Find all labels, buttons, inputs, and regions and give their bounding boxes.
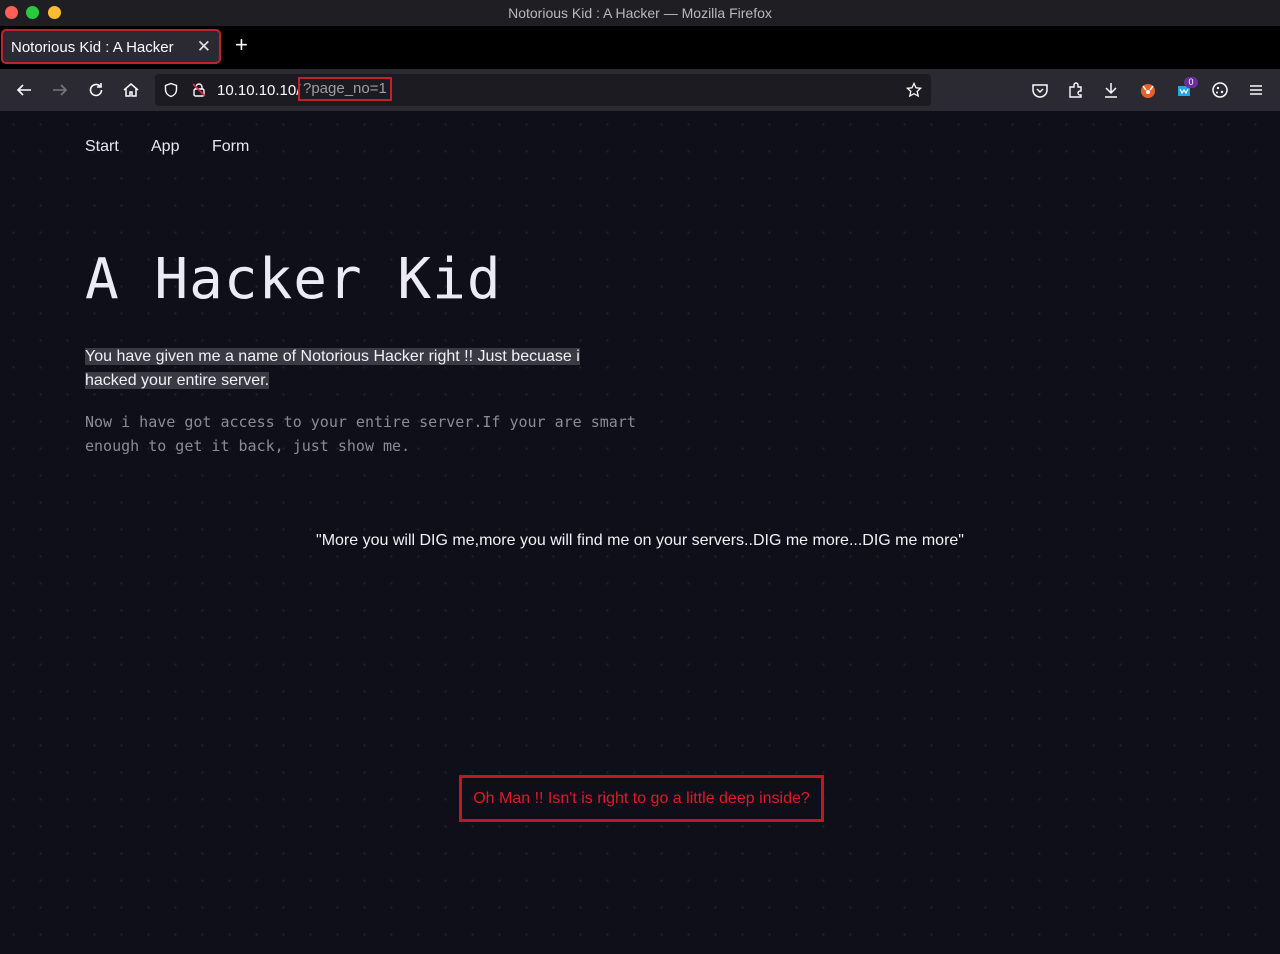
mono-paragraph: Now i have got access to your entire ser… bbox=[85, 413, 636, 455]
nav-link-start[interactable]: Start bbox=[85, 138, 119, 156]
home-icon[interactable] bbox=[121, 80, 141, 100]
bookmark-star-icon[interactable] bbox=[906, 82, 922, 98]
extensions-icon[interactable] bbox=[1066, 80, 1086, 100]
deep-inside-message: Oh Man !! Isn't is right to go a little … bbox=[459, 775, 824, 822]
hero-title: A Hacker Kid bbox=[85, 247, 502, 312]
window-title: Notorious Kid : A Hacker — Mozilla Firef… bbox=[508, 5, 772, 21]
reload-icon[interactable] bbox=[86, 80, 106, 100]
page-content: Start App Form A Hacker Kid You have giv… bbox=[0, 111, 1280, 954]
cookie-extension-icon[interactable] bbox=[1210, 80, 1230, 100]
nav-link-form[interactable]: Form bbox=[212, 138, 249, 156]
intro-text-highlighted: You have given me a name of Notorious Ha… bbox=[85, 348, 580, 389]
url-query-highlight: ?page_no=1 bbox=[298, 77, 392, 101]
tab-label: Notorious Kid : A Hacker bbox=[11, 39, 174, 56]
navigation-toolbar: 10.10.10.10/ ?page_no=1 0 bbox=[0, 69, 1280, 111]
dig-quote: "More you will DIG me,more you will find… bbox=[316, 532, 964, 549]
url-host: 10.10.10.10/ bbox=[217, 82, 301, 99]
foxyproxy-extension-icon[interactable] bbox=[1138, 80, 1158, 100]
shield-icon[interactable] bbox=[163, 82, 179, 98]
nav-link-app[interactable]: App bbox=[151, 138, 179, 156]
forward-icon[interactable] bbox=[50, 80, 70, 100]
tab-active[interactable]: Notorious Kid : A Hacker ✕ bbox=[1, 29, 221, 64]
new-tab-button[interactable]: + bbox=[235, 34, 248, 56]
downloads-icon[interactable] bbox=[1101, 80, 1121, 100]
tab-strip: Notorious Kid : A Hacker ✕ + bbox=[0, 26, 1280, 69]
close-tab-icon[interactable]: ✕ bbox=[197, 37, 211, 57]
intro-paragraph: You have given me a name of Notorious Ha… bbox=[85, 345, 585, 393]
menu-icon[interactable] bbox=[1246, 80, 1266, 100]
extension-badge: 0 bbox=[1184, 77, 1198, 88]
insecure-lock-icon[interactable] bbox=[191, 82, 207, 98]
url-bar[interactable]: 10.10.10.10/ ?page_no=1 bbox=[155, 74, 931, 106]
window-titlebar: Notorious Kid : A Hacker — Mozilla Firef… bbox=[0, 0, 1280, 26]
back-icon[interactable] bbox=[14, 80, 34, 100]
pocket-icon[interactable] bbox=[1030, 80, 1050, 100]
